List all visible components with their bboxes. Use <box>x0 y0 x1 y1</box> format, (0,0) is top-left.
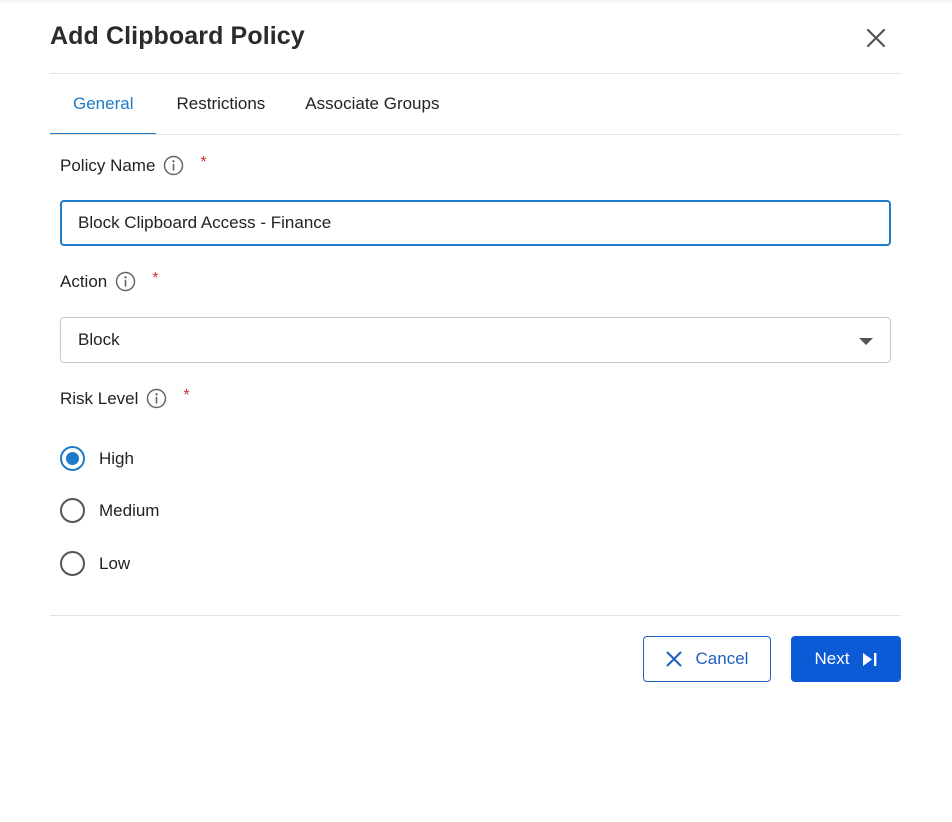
risk-level-label: Risk Level <box>60 388 139 408</box>
info-icon[interactable] <box>163 155 184 176</box>
risk-level-low-label: Low <box>99 553 131 573</box>
cancel-button[interactable]: Cancel <box>643 636 771 682</box>
policy-name-label-row: Policy Name * <box>60 153 207 176</box>
add-policy-dialog: Add Clipboard Policy General Restriction… <box>0 0 952 822</box>
risk-level-high-label: High <box>99 448 134 468</box>
radio-checked-icon[interactable] <box>60 446 85 471</box>
tab-restrictions[interactable]: Restrictions <box>156 74 285 134</box>
skip-next-icon <box>863 652 877 666</box>
action-select[interactable]: Block <box>60 317 891 363</box>
action-label-row: Action * <box>60 269 159 292</box>
risk-level-low-radio[interactable]: Low <box>60 551 130 576</box>
policy-name-label: Policy Name <box>60 155 156 175</box>
x-icon <box>666 651 682 667</box>
action-label: Action <box>60 271 108 291</box>
radio-unchecked-icon[interactable] <box>60 498 85 523</box>
required-marker: * <box>152 269 159 287</box>
next-button[interactable]: Next <box>791 636 901 682</box>
cancel-label: Cancel <box>695 649 749 668</box>
info-icon[interactable] <box>115 271 136 292</box>
tab-associate-groups[interactable]: Associate Groups <box>285 74 459 134</box>
action-selected-value: Block <box>78 330 120 349</box>
tab-bar: General Restrictions Associate Groups <box>50 74 459 135</box>
risk-level-high-radio[interactable]: High <box>60 446 134 471</box>
tab-general[interactable]: General <box>50 74 157 135</box>
radio-unchecked-icon[interactable] <box>60 551 85 576</box>
footer-divider <box>50 615 901 616</box>
tab-divider <box>50 134 901 135</box>
required-marker: * <box>183 386 190 404</box>
close-icon <box>866 28 886 48</box>
risk-level-medium-radio[interactable]: Medium <box>60 498 159 523</box>
top-shadow <box>0 0 952 5</box>
risk-level-label-row: Risk Level * <box>60 386 190 409</box>
close-button[interactable] <box>860 22 892 54</box>
required-marker: * <box>200 153 207 171</box>
risk-level-medium-label: Medium <box>99 500 160 520</box>
info-icon[interactable] <box>146 388 167 409</box>
next-label: Next <box>814 649 850 668</box>
policy-name-input[interactable] <box>60 200 891 246</box>
caret-down-icon <box>859 338 873 345</box>
dialog-title: Add Clipboard Policy <box>50 22 305 50</box>
